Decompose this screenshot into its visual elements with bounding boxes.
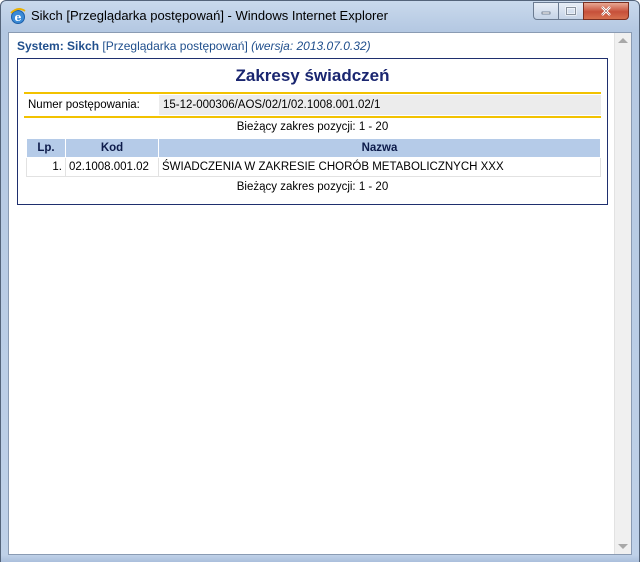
system-info-line: System: Sikch [Przeglądarka postępowań] … (17, 39, 371, 53)
browser-window: e Sikch [Przeglądarka postępowań] - Wind… (0, 0, 640, 562)
title-bar[interactable]: e Sikch [Przeglądarka postępowań] - Wind… (1, 1, 639, 31)
scroll-up-arrow-icon[interactable] (618, 38, 628, 43)
system-version: (wersja: 2013.07.0.32) (251, 39, 371, 53)
internet-explorer-icon: e (10, 8, 26, 24)
system-app-name: [Przeglądarka postępowań] (102, 39, 248, 53)
maximize-button[interactable] (558, 2, 584, 20)
vertical-scrollbar[interactable] (614, 33, 631, 554)
minimize-icon (541, 11, 551, 15)
minimize-button[interactable] (533, 2, 559, 20)
column-header-kod[interactable]: Kod (65, 138, 159, 158)
column-header-nazwa[interactable]: Nazwa (158, 138, 601, 158)
window-bottom-frame (1, 555, 639, 562)
page-content: System: Sikch [Przeglądarka postępowań] … (8, 32, 632, 555)
numer-postepowania-value: 15-12-000306/AOS/02/1/02.1008.001.02/1 (159, 95, 601, 115)
zakresy-table: Lp. Kod Nazwa 1. 02.1008.001.02 ŚWIADCZE… (26, 138, 601, 177)
maximize-icon (565, 6, 577, 16)
close-button[interactable] (583, 2, 629, 20)
column-header-lp[interactable]: Lp. (26, 138, 66, 158)
numer-postepowania-row: Numer postępowania: 15-12-000306/AOS/02/… (24, 95, 601, 115)
table-header-row: Lp. Kod Nazwa (26, 138, 601, 158)
table-row[interactable]: 1. 02.1008.001.02 ŚWIADCZENIA W ZAKRESIE… (26, 157, 601, 177)
window-title: Sikch [Przeglądarka postępowań] - Window… (31, 8, 388, 23)
range-info-bottom: Bieżący zakres pozycji: 1 - 20 (236, 181, 389, 193)
scroll-down-arrow-icon[interactable] (618, 544, 628, 549)
gold-divider-bottom (24, 116, 601, 118)
range-info-top: Bieżący zakres pozycji: 1 - 20 (236, 121, 389, 133)
page-title: Zakresy świadczeń (235, 66, 390, 85)
close-icon (601, 6, 611, 16)
numer-postepowania-label: Numer postępowania: (24, 95, 157, 115)
cell-kod: 02.1008.001.02 (65, 157, 159, 177)
svg-text:e: e (15, 11, 22, 24)
zakresy-panel: Zakresy świadczeń Numer postępowania: 15… (17, 58, 608, 205)
cell-nazwa: ŚWIADCZENIA W ZAKRESIE CHORÓB METABOLICZ… (158, 157, 601, 177)
system-label: System: Sikch (17, 39, 100, 53)
gold-divider-top (24, 92, 601, 94)
cell-lp: 1. (26, 157, 66, 177)
